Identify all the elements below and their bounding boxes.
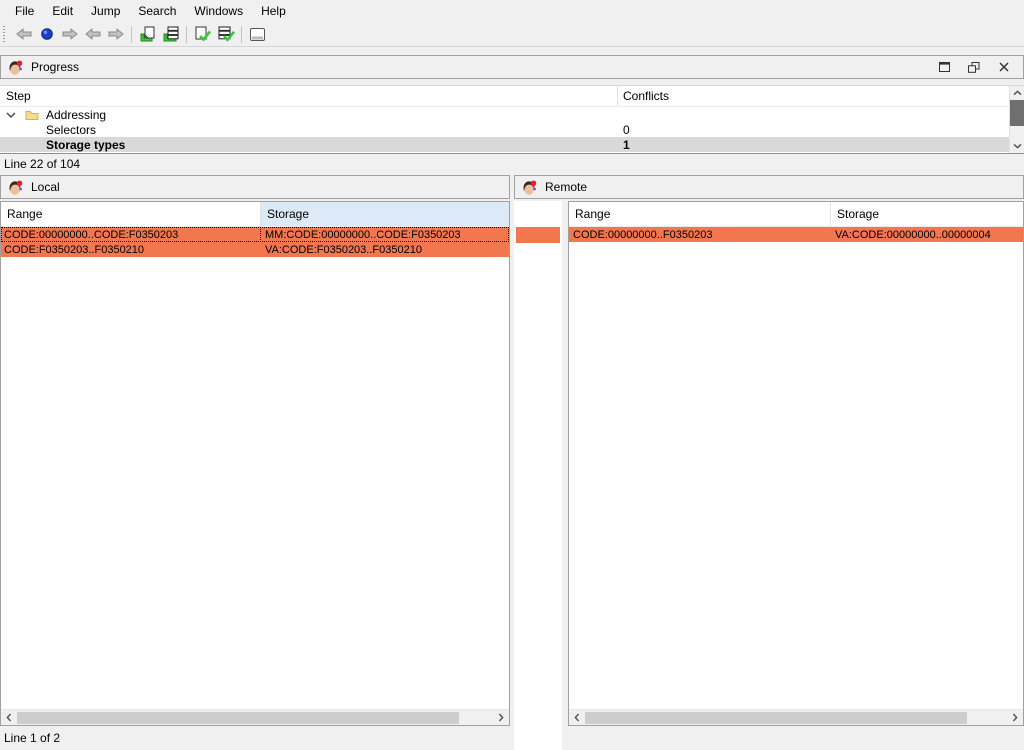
menu-search[interactable]: Search <box>129 1 185 21</box>
tree-row-selectors[interactable]: Selectors 0 <box>0 122 1024 137</box>
window-button[interactable] <box>246 24 269 45</box>
local-document-button[interactable] <box>136 24 159 45</box>
restore-icon <box>968 62 980 73</box>
current-position-button[interactable] <box>35 24 58 45</box>
close-icon <box>999 62 1009 72</box>
menu-file[interactable]: File <box>6 1 43 21</box>
close-button[interactable] <box>997 61 1011 73</box>
local-titlebar: Local <box>0 175 510 199</box>
next-arrow-button[interactable] <box>104 24 127 45</box>
progress-table-header: Step Conflicts <box>0 86 1024 107</box>
tree-row-label: Selectors <box>46 123 96 137</box>
column-header-range[interactable]: Range <box>569 202 831 226</box>
merge-face-icon <box>7 60 24 75</box>
progress-step-table: Step Conflicts Addressing Selectors 0 St… <box>0 85 1024 154</box>
scroll-up-icon[interactable] <box>1010 86 1024 100</box>
local-horizontal-scrollbar[interactable] <box>1 709 509 725</box>
progress-scroll-thumb[interactable] <box>1010 100 1024 126</box>
accept-database-icon <box>217 26 235 42</box>
accept-document-button[interactable] <box>191 24 214 45</box>
column-header-storage[interactable]: Storage <box>831 202 1023 226</box>
menu-bar: File Edit Jump Search Windows Help <box>0 0 1024 22</box>
progress-vertical-scrollbar[interactable] <box>1009 86 1024 153</box>
toolbar-separator <box>241 26 242 43</box>
toolbar <box>0 22 1024 47</box>
tree-row-storage-types[interactable]: Storage types 1 <box>0 137 1024 152</box>
local-table: Range Storage CODE:00000000..CODE:F03502… <box>0 201 510 726</box>
conflicts-value: 1 <box>618 138 1024 152</box>
tree-row-label: Addressing <box>46 108 106 122</box>
progress-status-line: Line 22 of 104 <box>4 157 80 173</box>
diff-gutter <box>514 201 562 750</box>
storage-cell: VA:CODE:00000000..00000004 <box>831 227 1023 242</box>
local-row-2[interactable]: CODE:F0350203..F0350210 VA:CODE:F0350203… <box>1 242 509 257</box>
local-row-1[interactable]: CODE:00000000..CODE:F0350203 MM:CODE:000… <box>1 227 509 242</box>
toolbar-separator <box>186 26 187 43</box>
maximize-icon <box>939 62 950 72</box>
tree-row-label: Storage types <box>46 138 125 152</box>
remote-scroll-thumb[interactable] <box>585 712 967 724</box>
column-header-storage[interactable]: Storage <box>261 202 509 226</box>
storage-cell: VA:CODE:F0350203..F0350210 <box>261 242 509 257</box>
range-cell: CODE:F0350203..F0350210 <box>1 242 261 257</box>
scroll-left-icon[interactable] <box>1 710 17 726</box>
column-header-step[interactable]: Step <box>0 86 618 106</box>
remote-title: Remote <box>545 180 587 194</box>
chevron-down-icon[interactable] <box>0 111 22 119</box>
column-header-conflicts[interactable]: Conflicts <box>618 86 1024 106</box>
merge-face-icon <box>521 180 538 195</box>
local-title: Local <box>31 180 60 194</box>
local-scroll-thumb[interactable] <box>17 712 459 724</box>
accept-database-button[interactable] <box>214 24 237 45</box>
remote-row-1[interactable]: CODE:00000000..F0350203 VA:CODE:00000000… <box>569 227 1023 242</box>
toolbar-drag-handle[interactable] <box>3 26 7 42</box>
local-document-icon <box>139 26 156 42</box>
remote-table-header: Range Storage <box>569 202 1023 227</box>
range-cell: CODE:00000000..F0350203 <box>569 227 831 242</box>
maximize-button[interactable] <box>937 61 951 73</box>
merge-face-icon <box>7 180 24 195</box>
toolbar-separator <box>131 26 132 43</box>
restore-button[interactable] <box>967 61 981 73</box>
local-database-icon <box>162 26 180 42</box>
next-arrow-icon <box>108 28 124 40</box>
column-header-range[interactable]: Range <box>1 202 261 226</box>
window-icon <box>249 27 266 42</box>
back-arrow-button[interactable] <box>12 24 35 45</box>
conflicts-value: 0 <box>618 123 1024 137</box>
accept-document-icon <box>194 26 211 42</box>
current-position-dot-icon <box>40 27 54 41</box>
menu-windows[interactable]: Windows <box>185 1 252 21</box>
prev-arrow-icon <box>85 28 101 40</box>
local-status-line: Line 1 of 2 <box>4 731 60 747</box>
back-arrow-icon <box>16 28 32 40</box>
range-cell: CODE:00000000..CODE:F0350203 <box>1 227 261 242</box>
tree-row-addressing[interactable]: Addressing <box>0 107 1024 122</box>
menu-jump[interactable]: Jump <box>82 1 129 21</box>
conflict-marker[interactable] <box>516 227 560 243</box>
remote-titlebar: Remote <box>514 175 1024 199</box>
scroll-right-icon[interactable] <box>493 710 509 726</box>
scroll-right-icon[interactable] <box>1007 710 1023 726</box>
prev-arrow-button[interactable] <box>81 24 104 45</box>
progress-title: Progress <box>31 60 79 74</box>
remote-horizontal-scrollbar[interactable] <box>569 709 1023 725</box>
forward-arrow-icon <box>62 28 78 40</box>
scroll-left-icon[interactable] <box>569 710 585 726</box>
local-database-button[interactable] <box>159 24 182 45</box>
remote-table: Range Storage CODE:00000000..F0350203 VA… <box>568 201 1024 726</box>
scroll-down-icon[interactable] <box>1010 139 1024 153</box>
storage-cell: MM:CODE:00000000..CODE:F0350203 <box>261 227 509 242</box>
menu-help[interactable]: Help <box>252 1 295 21</box>
forward-arrow-button[interactable] <box>58 24 81 45</box>
menu-edit[interactable]: Edit <box>43 1 82 21</box>
progress-titlebar: Progress <box>0 55 1024 79</box>
folder-icon <box>22 109 46 121</box>
local-table-header: Range Storage <box>1 202 509 227</box>
